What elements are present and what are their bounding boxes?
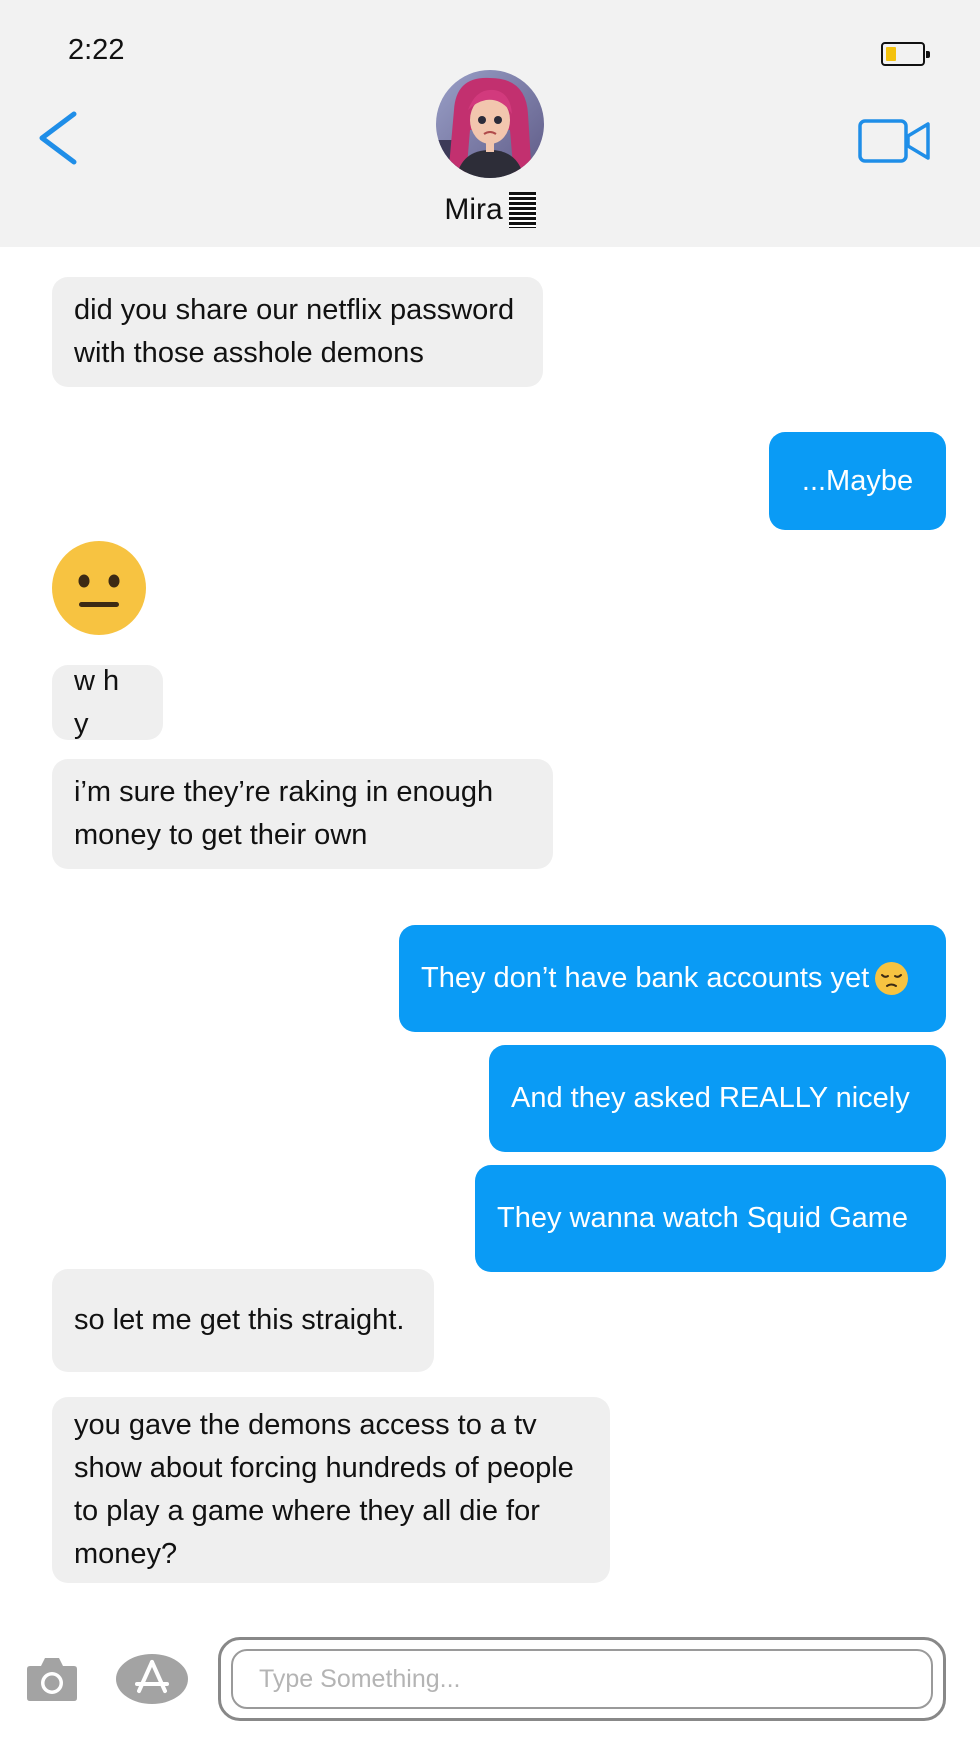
flag-icon [508, 192, 536, 229]
status-time: 2:22 [68, 34, 125, 66]
contact-name[interactable]: Mira [0, 192, 980, 229]
message-bubble-incoming[interactable]: so let me get this straight. [52, 1269, 434, 1372]
message-input-frame [218, 1637, 946, 1721]
message-bubble-outgoing[interactable]: They wanna watch Squid Game [475, 1165, 946, 1272]
message-bubble-outgoing[interactable]: They don’t have bank accounts yet [399, 925, 946, 1032]
message-bubble-outgoing[interactable]: ...Maybe [769, 432, 946, 530]
back-chevron-icon[interactable] [34, 108, 82, 168]
pensive-face-emoji-icon [875, 962, 909, 995]
neutral-face-emoji-icon [52, 541, 146, 635]
message-bubble-incoming[interactable]: you gave the demons access to a tv show … [52, 1397, 610, 1583]
camera-icon[interactable] [26, 1654, 78, 1702]
message-bubble-incoming[interactable]: i’m sure they’re raking in enough money … [52, 759, 553, 869]
avatar[interactable] [436, 70, 544, 178]
message-input[interactable] [231, 1649, 933, 1709]
message-bubble-incoming[interactable]: did you share our netflix password with … [52, 277, 543, 387]
battery-icon [881, 42, 930, 66]
message-bubble-outgoing[interactable]: And they asked REALLY nicely [489, 1045, 946, 1152]
chat-header: 2:22 Mira [0, 0, 980, 247]
video-camera-icon[interactable] [858, 118, 930, 164]
app-store-icon[interactable] [115, 1653, 189, 1705]
message-bubble-incoming[interactable]: w h y [52, 665, 163, 740]
